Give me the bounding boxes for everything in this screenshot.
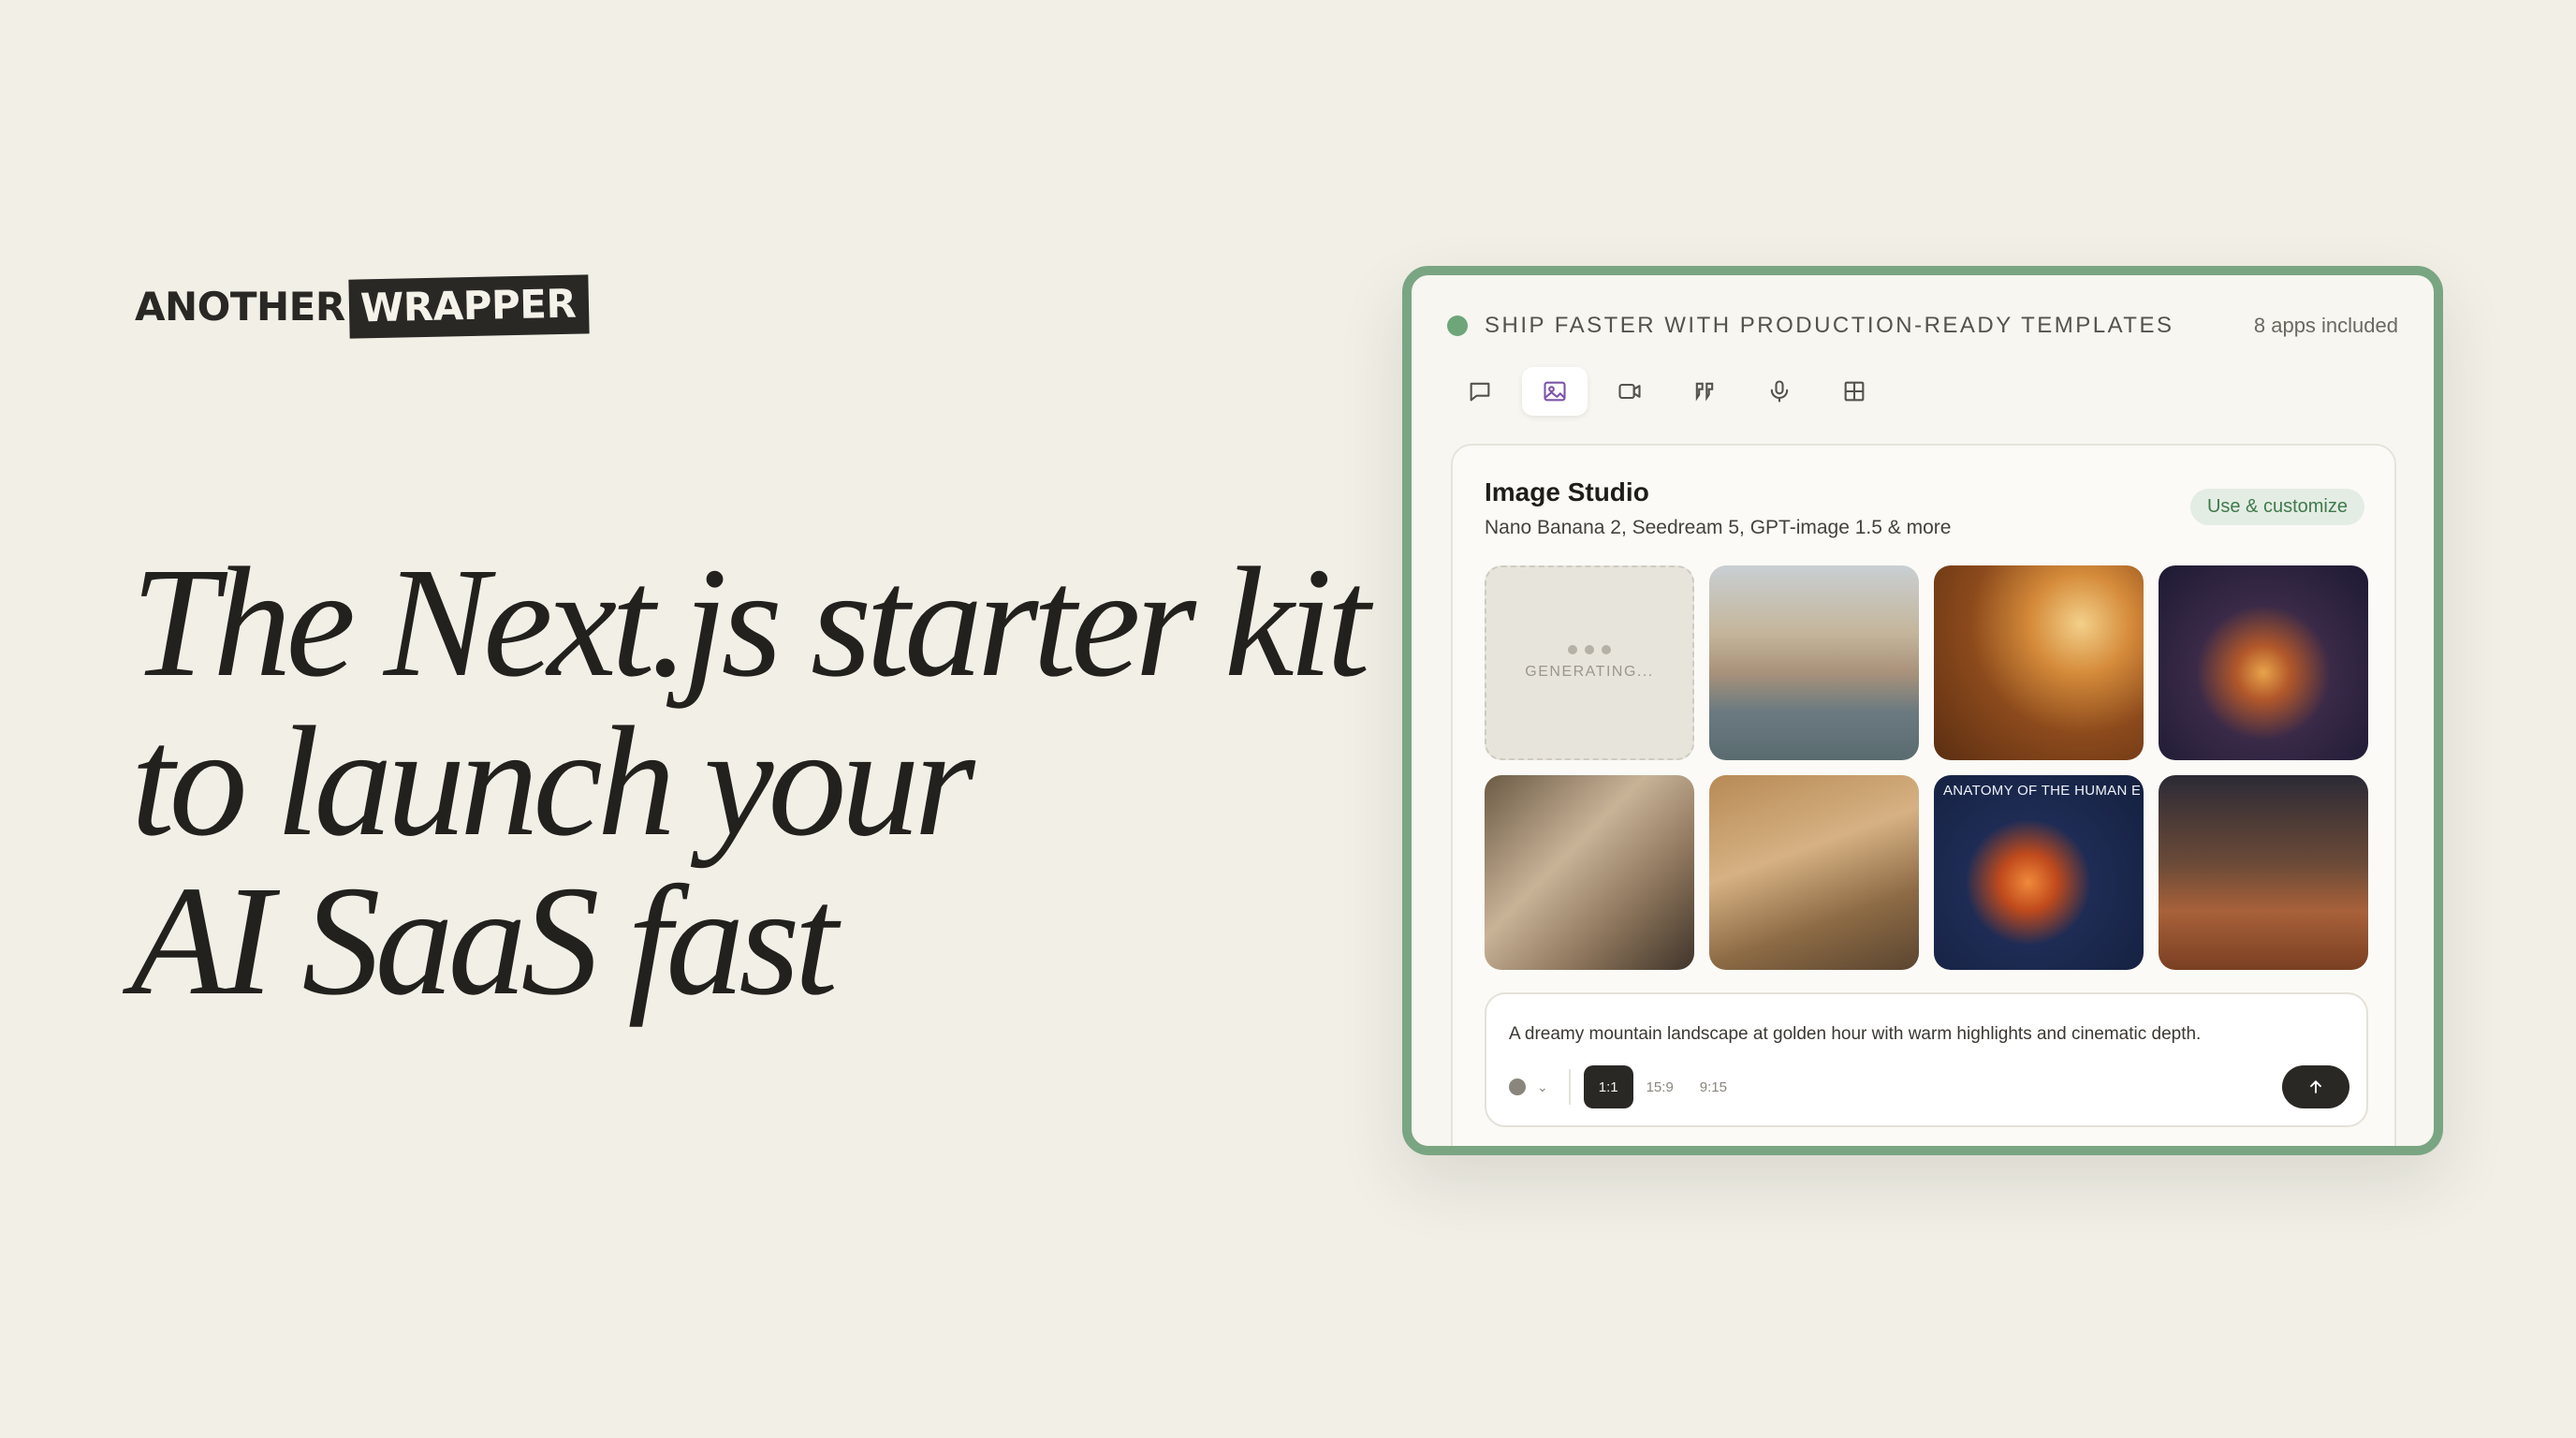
generating-tile: GENERATING...: [1485, 565, 1694, 760]
divider: [1568, 1069, 1571, 1105]
app-preview-card: SHIP FASTER WITH PRODUCTION-READY TEMPLA…: [1402, 266, 2443, 1155]
prompt-input[interactable]: A dreamy mountain landscape at golden ho…: [1509, 1024, 2201, 1045]
apps-count: 8 apps included: [2253, 314, 2398, 337]
chat-icon: [1470, 382, 1490, 402]
model-icon: [1509, 1078, 1526, 1095]
microphone-icon: [1770, 380, 1789, 403]
use-customize-button[interactable]: Use & customize: [2189, 489, 2364, 525]
image-tile-dog-autumn[interactable]: [1934, 565, 2144, 760]
image-tile-cafe[interactable]: [1709, 775, 1919, 970]
card-header: SHIP FASTER WITH PRODUCTION-READY TEMPLA…: [1447, 313, 2398, 339]
send-button[interactable]: [2282, 1065, 2349, 1108]
quote-icon: [1695, 382, 1714, 402]
tab-apps[interactable]: [1822, 367, 1887, 416]
image-tile-astronaut[interactable]: [2159, 775, 2368, 970]
app-tabs: [1447, 367, 1887, 416]
image-tile-eye-anatomy[interactable]: ANATOMY OF THE HUMAN EYE: [1934, 775, 2144, 970]
headline-line-2: to launch your: [131, 695, 975, 869]
status-dot-icon: [1447, 315, 1468, 336]
video-icon: [1618, 383, 1641, 400]
prompt-box: A dreamy mountain landscape at golden ho…: [1485, 992, 2368, 1127]
eye-anatomy-label: ANATOMY OF THE HUMAN EYE: [1943, 783, 2140, 799]
arrow-up-icon: [2310, 1079, 2321, 1093]
status-banner: SHIP FASTER WITH PRODUCTION-READY TEMPLA…: [1447, 313, 2174, 339]
model-select[interactable]: ⌄: [1509, 1078, 1548, 1095]
panel-subtitle: Nano Banana 2, Seedream 5, GPT-image 1.5…: [1485, 517, 1952, 538]
brand-logo: ANOTHER WRAPPER: [135, 274, 590, 339]
status-text: SHIP FASTER WITH PRODUCTION-READY TEMPLA…: [1485, 313, 2174, 338]
tab-video[interactable]: [1597, 367, 1662, 416]
headline-line-3: AI SaaS fast: [131, 854, 838, 1028]
image-studio-panel: Image Studio Nano Banana 2, Seedream 5, …: [1451, 444, 2396, 1146]
tab-chat[interactable]: [1447, 367, 1513, 416]
logo-text-another: ANOTHER: [135, 284, 345, 330]
loading-dots-icon: [1568, 645, 1611, 654]
logo-text-wrapper: WRAPPER: [348, 274, 590, 339]
grid-icon: [1844, 381, 1865, 402]
image-icon: [1544, 381, 1566, 402]
image-tile-elderly-woman[interactable]: [1485, 775, 1694, 970]
tab-quote[interactable]: [1672, 367, 1737, 416]
ratio-1-1[interactable]: 1:1: [1583, 1065, 1633, 1108]
hero-headline: The Next.js starter kit to launch your A…: [131, 536, 1370, 1028]
tab-voice[interactable]: [1747, 367, 1812, 416]
panel-title: Image Studio: [1485, 477, 1649, 506]
chevron-down-icon: ⌄: [1537, 1078, 1548, 1094]
image-tile-venice[interactable]: [1709, 565, 1919, 760]
ratio-15-9[interactable]: 15:9: [1633, 1065, 1687, 1108]
generating-label: GENERATING...: [1525, 664, 1654, 680]
tab-image[interactable]: [1522, 367, 1588, 416]
image-tile-isometric-city[interactable]: [2159, 565, 2368, 760]
ratio-9-15[interactable]: 9:15: [1687, 1065, 1740, 1108]
prompt-controls: ⌄ 1:1 15:9 9:15: [1509, 1065, 2349, 1108]
headline-line-1: The Next.js starter kit: [131, 536, 1370, 710]
image-grid: GENERATING... ANATOMY OF THE HUMAN EYE: [1485, 565, 2368, 970]
